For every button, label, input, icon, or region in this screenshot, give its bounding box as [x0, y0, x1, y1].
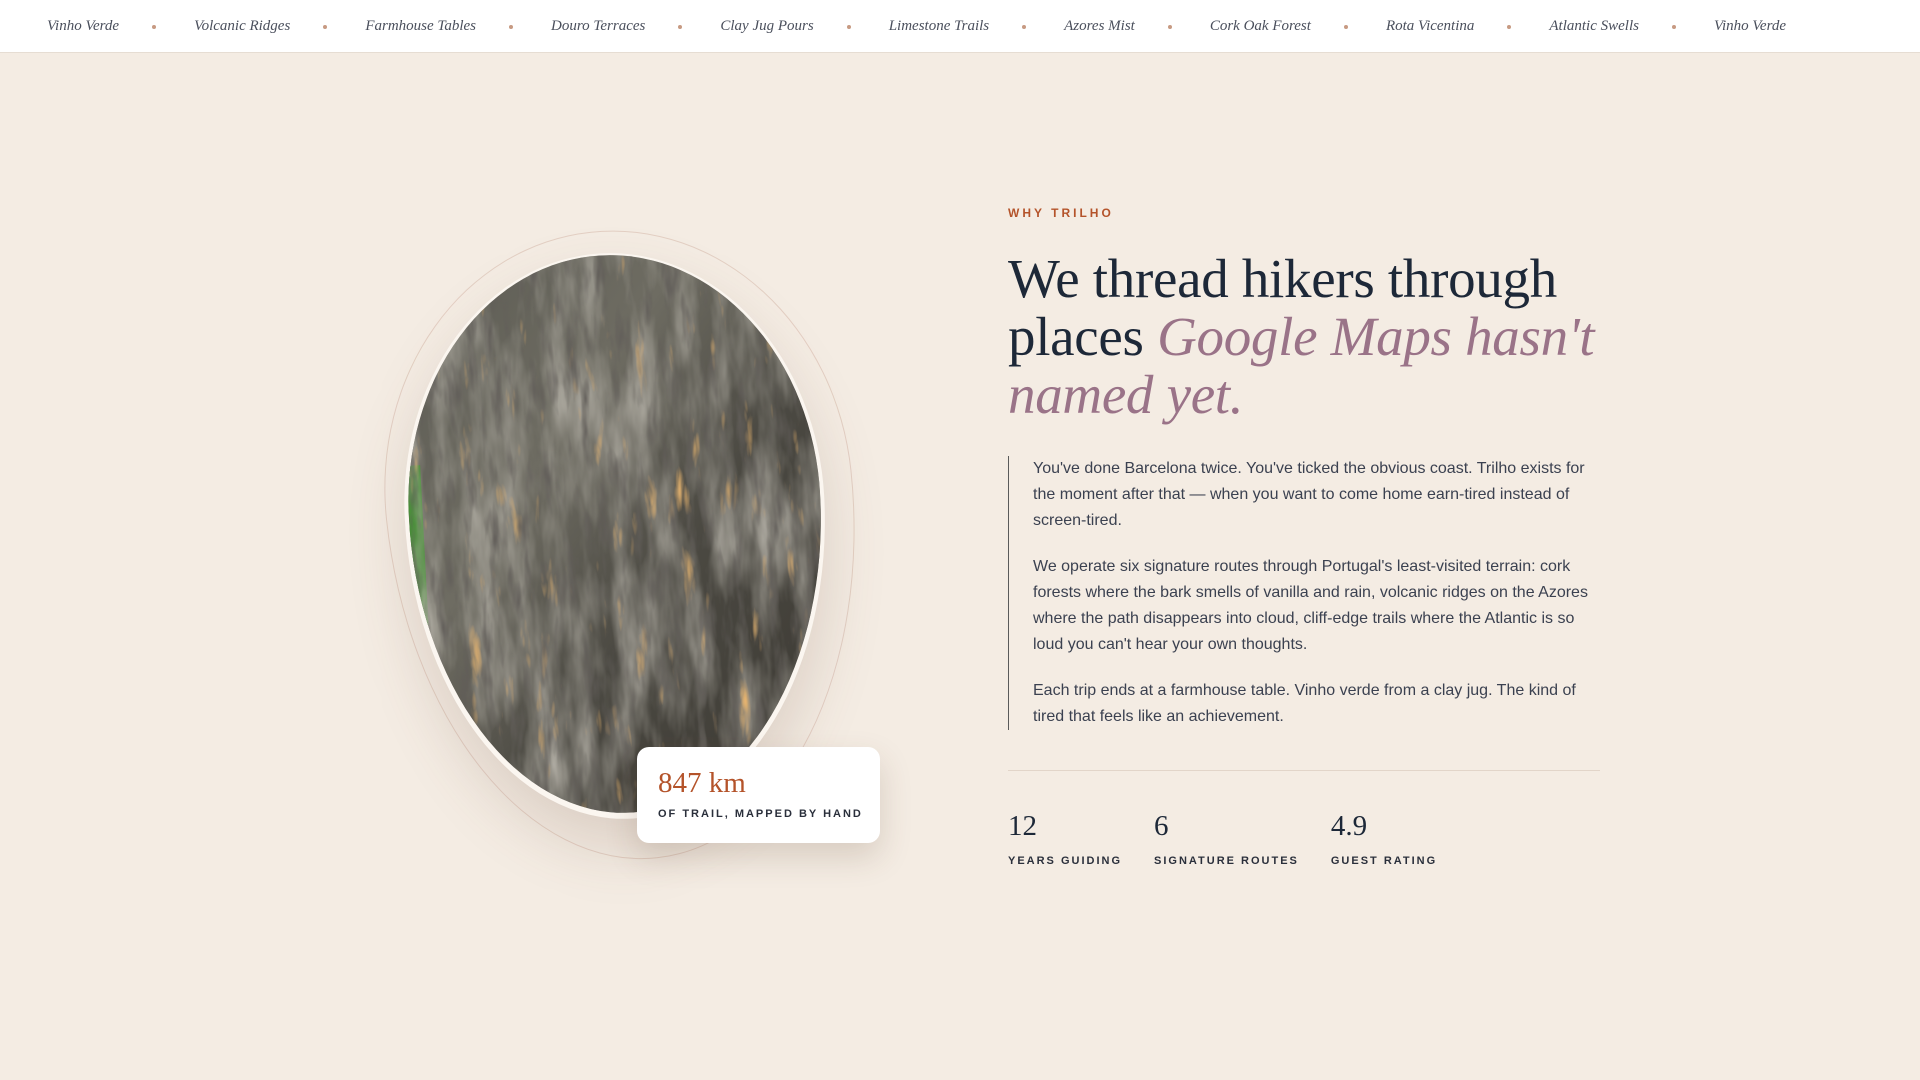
ticker-item-label: Vinho Verde: [1713, 18, 1787, 34]
body-paragraph: You've done Barcelona twice. You've tick…: [1033, 460, 1585, 529]
stat-signature-routes: 6 SIGNATURE ROUTES: [1154, 810, 1299, 868]
dot-icon: [1167, 24, 1172, 29]
body-paragraph: Each trip ends at a farmhouse table. Vin…: [1033, 682, 1576, 725]
ticker-item-label: Vinho Verde: [47, 18, 120, 34]
why-trilho-section: WHY TRILHO We thread hikers through plac…: [1008, 206, 1602, 867]
ticker-item-label: Douro Terraces: [551, 18, 646, 34]
trail-distance-card: 847 km OF TRAIL, MAPPED BY HAND: [637, 747, 880, 843]
dot-icon: [1022, 24, 1027, 29]
ticker-item: Vinho Verde: [1714, 18, 1786, 35]
ticker-track: Vinho Verde Volcanic Ridges Farmhouse Ta…: [47, 0, 1786, 52]
ticker-item: Azores Mist: [1064, 18, 1210, 35]
destination-ticker: Vinho Verde Volcanic Ridges Farmhouse Ta…: [0, 0, 1920, 53]
ticker-item: Cork Oak Forest: [1210, 18, 1386, 35]
stat-label: YEARS GUIDING: [1008, 855, 1123, 867]
body-paragraph: We operate six signature routes through …: [1033, 558, 1588, 653]
dot-icon: [152, 24, 157, 29]
ticker-item: Clay Jug Pours: [720, 18, 888, 35]
ticker-item-label: Volcanic Ridges: [194, 18, 291, 34]
ticker-item-label: Azores Mist: [1064, 18, 1135, 34]
stat-label: GUEST RATING: [1330, 855, 1438, 867]
ticker-item-label: Rota Vicentina: [1385, 18, 1475, 34]
dot-icon: [678, 24, 683, 29]
section-headline: We thread hikers through places Google M…: [1008, 250, 1602, 424]
ticker-item: Volcanic Ridges: [194, 18, 365, 35]
ticker-item: Atlantic Swells: [1549, 18, 1714, 35]
hero-visual: 847 km OF TRAIL, MAPPED BY HAND: [358, 207, 900, 883]
dot-icon: [1507, 24, 1512, 29]
stat-value: 4.9: [1330, 810, 1368, 842]
ticker-item: Douro Terraces: [551, 18, 720, 35]
stat-guest-rating: 4.9 GUEST RATING: [1330, 810, 1438, 868]
trail-distance-label: OF TRAIL, MAPPED BY HAND: [658, 808, 863, 820]
dot-icon: [846, 24, 851, 29]
stat-value: 12: [1008, 810, 1037, 842]
dot-icon: [323, 24, 328, 29]
ticker-item-label: Cork Oak Forest: [1209, 18, 1311, 34]
stat-years-guiding: 12 YEARS GUIDING: [1008, 810, 1123, 868]
section-eyebrow: WHY TRILHO: [1008, 206, 1114, 220]
ticker-item: Vinho Verde: [47, 18, 194, 35]
ticker-item-label: Limestone Trails: [888, 18, 990, 34]
ticker-item: Farmhouse Tables: [365, 18, 551, 35]
section-body: You've done Barcelona twice. You've tick…: [1008, 456, 1602, 730]
stats-row: 12 YEARS GUIDING 6 SIGNATURE ROUTES 4.9 …: [1008, 810, 1602, 868]
stat-value: 6: [1154, 810, 1169, 842]
section-divider: [1008, 770, 1600, 771]
dot-icon: [1671, 24, 1676, 29]
ticker-item: Rota Vicentina: [1386, 18, 1549, 35]
stat-label: SIGNATURE ROUTES: [1154, 855, 1299, 867]
ticker-item: Limestone Trails: [889, 18, 1064, 35]
ticker-item-label: Clay Jug Pours: [720, 18, 814, 34]
ticker-item-label: Farmhouse Tables: [365, 18, 477, 34]
dot-icon: [509, 24, 514, 29]
trail-distance-value: 847 km: [658, 767, 746, 799]
ticker-item-label: Atlantic Swells: [1549, 18, 1639, 34]
dot-icon: [1343, 24, 1348, 29]
